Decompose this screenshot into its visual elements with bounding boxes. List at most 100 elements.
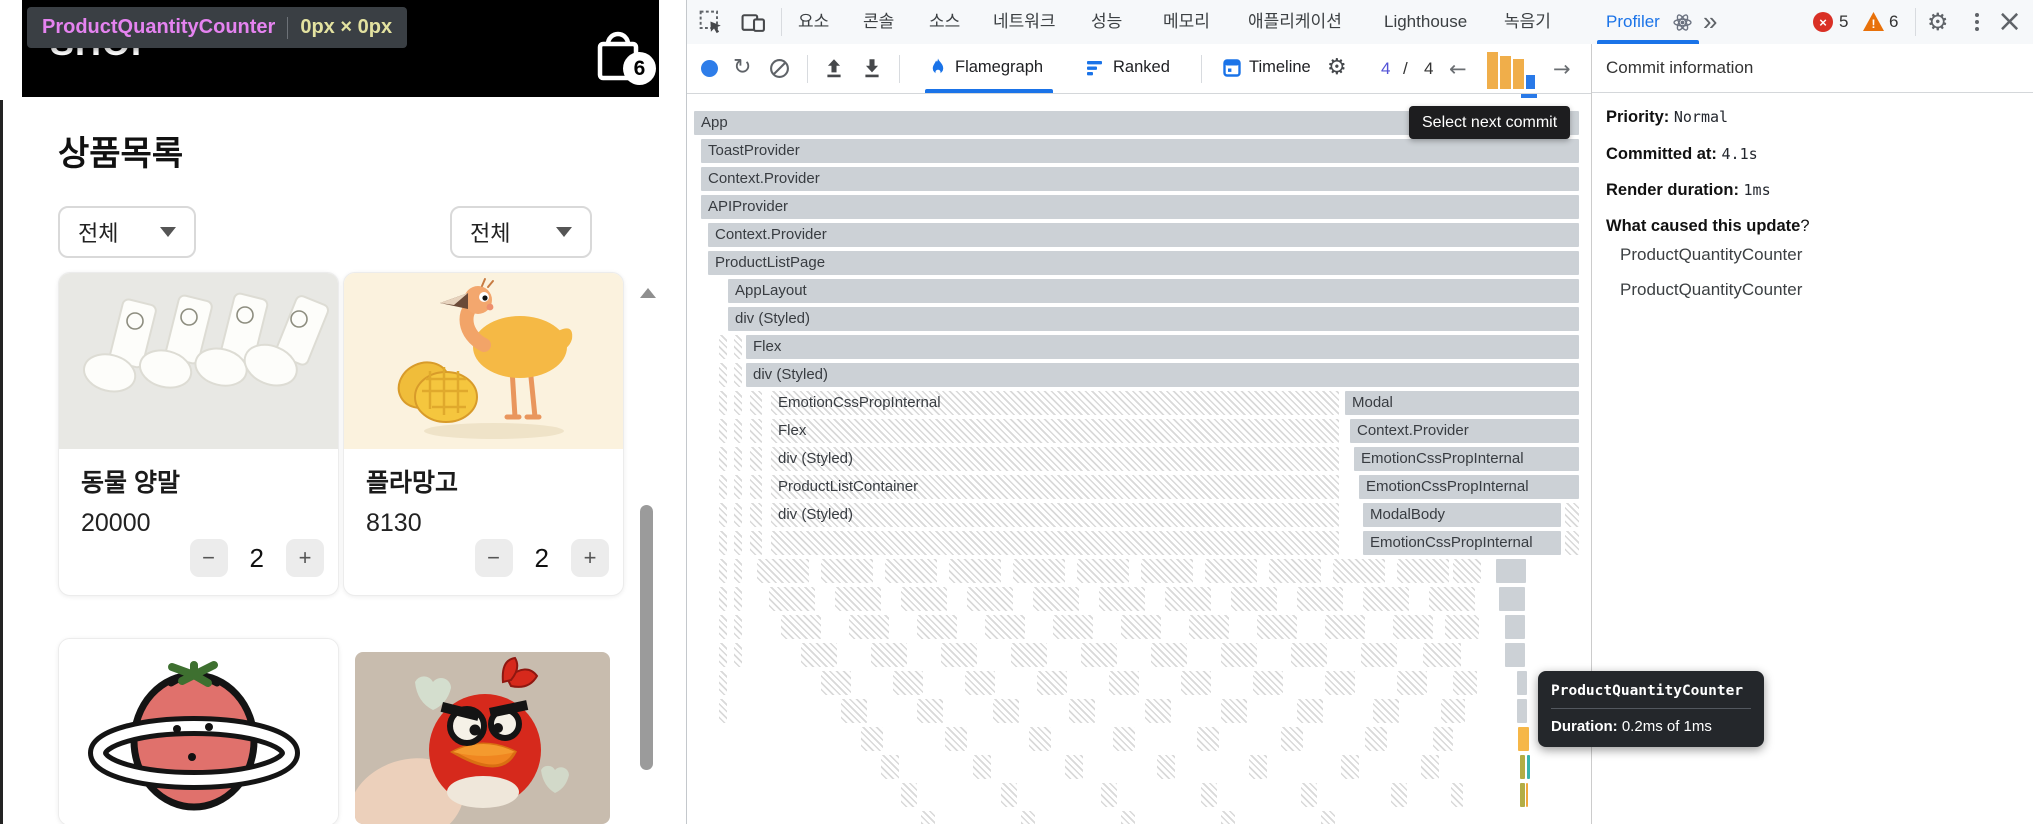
- increase-quantity-button[interactable]: +: [286, 539, 324, 577]
- flame-node-fragment[interactable]: [967, 587, 1013, 611]
- filter-select-1[interactable]: 전체: [58, 206, 196, 258]
- download-profile-icon[interactable]: [861, 57, 883, 79]
- flame-node-fragment[interactable]: [849, 615, 889, 639]
- flame-node[interactable]: Context.Provider: [1350, 419, 1579, 443]
- flame-node-fragment[interactable]: [821, 559, 873, 583]
- flame-node[interactable]: ProductListContainer: [771, 475, 1339, 499]
- flame-node-fragment[interactable]: [1393, 615, 1433, 639]
- flame-node-fragment[interactable]: [1433, 727, 1453, 751]
- flame-node-fragment[interactable]: [1145, 699, 1171, 723]
- product-image-flamingo-mango[interactable]: [344, 273, 623, 449]
- flame-node-fragment[interactable]: [1325, 615, 1365, 639]
- record-button[interactable]: [701, 60, 718, 77]
- flame-node-fragment[interactable]: [1499, 587, 1525, 611]
- flame-node-fragment[interactable]: [734, 643, 742, 667]
- flame-node-fragment[interactable]: [1221, 699, 1247, 723]
- flame-node[interactable]: div (Styled): [771, 503, 1339, 527]
- flame-node[interactable]: EmotionCssPropInternal: [1363, 531, 1561, 555]
- flame-node-fragment[interactable]: [1257, 615, 1297, 639]
- flame-node-fragment[interactable]: [1325, 671, 1355, 695]
- flame-node[interactable]: Flex: [746, 335, 1579, 359]
- flame-node-fragment[interactable]: [1065, 755, 1083, 779]
- flame-node-fragment[interactable]: [734, 587, 742, 611]
- update-cause[interactable]: ProductQuantityCounter: [1620, 245, 1802, 265]
- flame-node-fragment[interactable]: [1069, 699, 1095, 723]
- product-image-red-bird-plush[interactable]: [355, 652, 610, 824]
- flame-node-fragment[interactable]: [901, 587, 947, 611]
- flame-node-fragment[interactable]: [771, 531, 1339, 555]
- flame-node-fragment[interactable]: [893, 671, 923, 695]
- flame-node-fragment[interactable]: [719, 335, 727, 359]
- flame-node[interactable]: div (Styled): [771, 447, 1339, 471]
- flame-node-fragment[interactable]: [1231, 587, 1277, 611]
- flame-node-fragment[interactable]: [1365, 727, 1387, 751]
- flame-node-fragment[interactable]: [1121, 811, 1135, 824]
- flame-node-fragment[interactable]: [1033, 587, 1079, 611]
- flame-node-fragment[interactable]: [1517, 699, 1527, 723]
- warning-count[interactable]: 6: [1889, 0, 1898, 44]
- flame-node-fragment[interactable]: [1565, 503, 1579, 527]
- flame-node[interactable]: ToastProvider: [701, 139, 1579, 163]
- flame-node[interactable]: Modal: [1345, 391, 1579, 415]
- flame-node-fragment[interactable]: [1397, 671, 1427, 695]
- flame-node-fragment[interactable]: [1391, 783, 1407, 807]
- close-icon[interactable]: ×: [1997, 0, 2022, 44]
- cart-button[interactable]: 6: [590, 26, 660, 90]
- flame-node-fragment[interactable]: [1451, 783, 1463, 807]
- flame-node-fragment[interactable]: [1253, 671, 1283, 695]
- flame-node-fragment[interactable]: [1363, 587, 1409, 611]
- flame-node-fragment[interactable]: [1496, 559, 1526, 583]
- flame-node-fragment[interactable]: [719, 699, 727, 723]
- view-tab-timeline[interactable]: Timeline: [1249, 58, 1311, 77]
- flame-node-fragment[interactable]: [993, 699, 1019, 723]
- flame-node-fragment[interactable]: [1445, 615, 1479, 639]
- flame-node[interactable]: ProductListPage: [708, 251, 1579, 275]
- flame-node[interactable]: Flex: [771, 419, 1339, 443]
- flame-node-fragment[interactable]: [719, 587, 727, 611]
- flame-node-fragment[interactable]: [1297, 587, 1343, 611]
- flame-node-fragment[interactable]: [719, 419, 727, 443]
- tab-network[interactable]: 네트워크: [993, 0, 1056, 44]
- flame-node-fragment[interactable]: [921, 811, 935, 824]
- flame-node-fragment[interactable]: [1077, 559, 1129, 583]
- error-badge-icon[interactable]: ×: [1813, 12, 1833, 32]
- flame-node-fragment[interactable]: [881, 755, 899, 779]
- flame-node-fragment[interactable]: [750, 447, 762, 471]
- flame-node-fragment[interactable]: [1453, 559, 1481, 583]
- flame-node-fragment[interactable]: [734, 475, 742, 499]
- flame-node-fragment[interactable]: [734, 531, 742, 555]
- inspect-element-icon[interactable]: [699, 10, 723, 34]
- view-tab-flamegraph[interactable]: Flamegraph: [955, 58, 1043, 77]
- tab-performance[interactable]: 성능: [1091, 0, 1122, 44]
- flame-node-fragment[interactable]: [841, 699, 867, 723]
- flame-node-fragment[interactable]: [1397, 559, 1449, 583]
- tab-application[interactable]: 애플리케이션: [1248, 0, 1342, 44]
- flame-node-fragment[interactable]: [1021, 811, 1035, 824]
- tab-profiler[interactable]: Profiler: [1606, 0, 1660, 44]
- flame-node-fragment[interactable]: [1526, 783, 1528, 807]
- flame-node-fragment[interactable]: [719, 643, 727, 667]
- prev-commit-button[interactable]: ←: [1449, 57, 1467, 81]
- flame-node-fragment[interactable]: [1197, 727, 1219, 751]
- flame-node-fragment[interactable]: [1113, 727, 1135, 751]
- clear-profile-icon[interactable]: [769, 58, 790, 79]
- scrollbar-up-arrow[interactable]: [640, 288, 656, 298]
- flame-node-fragment[interactable]: [734, 419, 742, 443]
- flame-node[interactable]: Context.Provider: [701, 167, 1579, 191]
- flame-node-fragment[interactable]: [734, 615, 742, 639]
- flame-node-fragment[interactable]: [750, 503, 762, 527]
- commit-bar[interactable]: [1487, 52, 1498, 89]
- flame-node-fragment[interactable]: [941, 643, 977, 667]
- upload-profile-icon[interactable]: [823, 57, 845, 79]
- flame-node-fragment[interactable]: [719, 447, 727, 471]
- flame-node-fragment[interactable]: [1101, 783, 1117, 807]
- flame-node-fragment[interactable]: [917, 699, 943, 723]
- flame-node-fragment[interactable]: [1301, 783, 1317, 807]
- view-tab-ranked[interactable]: Ranked: [1113, 58, 1170, 77]
- flame-node-fragment[interactable]: [719, 615, 727, 639]
- flame-node-fragment[interactable]: [1121, 615, 1161, 639]
- flame-node-fragment[interactable]: [985, 615, 1025, 639]
- more-tabs-icon[interactable]: »: [1703, 0, 1718, 44]
- flame-node-fragment[interactable]: [1291, 643, 1327, 667]
- settings-gear-icon[interactable]: ⚙: [1927, 0, 1949, 44]
